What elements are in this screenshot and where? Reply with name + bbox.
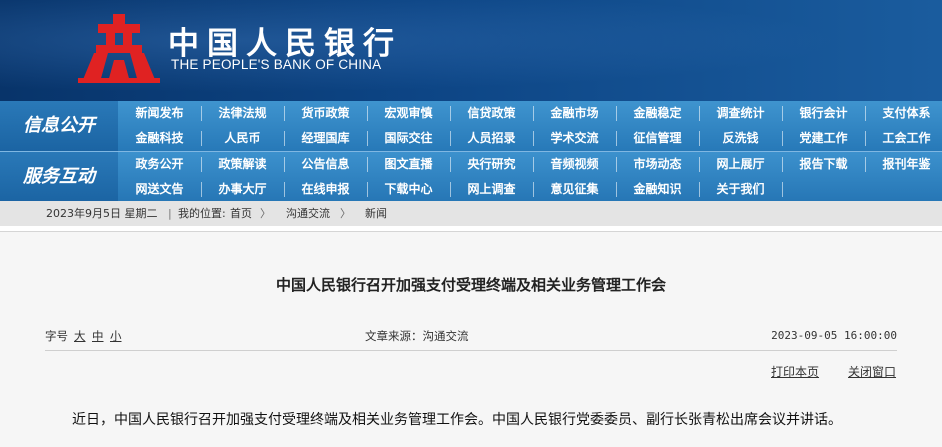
nav-link[interactable]: 报告下载 xyxy=(782,152,865,177)
breadcrumb-home-link[interactable]: 首页 xyxy=(230,201,252,226)
nav-link[interactable]: 网送文告 xyxy=(118,177,201,202)
nav-section-label: 信息公开 xyxy=(0,101,118,151)
article-content: 中国人民银行召开加强支付受理终端及相关业务管理工作会 字号 大 中 小 文章来源… xyxy=(0,232,942,447)
breadcrumb-separator: 〉 xyxy=(340,207,351,220)
nav-link[interactable]: 党建工作 xyxy=(782,126,865,151)
nav-link[interactable]: 政务公开 xyxy=(118,152,201,177)
nav-link[interactable]: 办事大厅 xyxy=(201,177,284,202)
nav-link[interactable]: 政策解读 xyxy=(201,152,284,177)
nav-link[interactable]: 人员招录 xyxy=(450,126,533,151)
nav-link[interactable]: 学术交流 xyxy=(533,126,616,151)
nav-link[interactable]: 工会工作 xyxy=(865,126,942,151)
nav-link[interactable]: 下载中心 xyxy=(367,177,450,202)
breadcrumb-communication-link[interactable]: 沟通交流 xyxy=(286,201,330,226)
nav-link[interactable]: 关于我们 xyxy=(699,177,782,202)
nav-link[interactable]: 公告信息 xyxy=(284,152,367,177)
pboc-emblem-icon xyxy=(78,14,160,83)
article-datetime: 2023-09-05 16:00:00 xyxy=(771,329,897,342)
article-meta: 字号 大 中 小 文章来源：沟通交流 2023-09-05 16:00:00 xyxy=(45,322,897,351)
font-size-medium-link[interactable]: 中 xyxy=(92,322,104,350)
nav-link[interactable]: 图文直播 xyxy=(367,152,450,177)
nav-link[interactable]: 反洗钱 xyxy=(699,126,782,151)
site-title-en: THE PEOPLE'S BANK OF CHINA xyxy=(171,57,382,72)
nav-link[interactable]: 货币政策 xyxy=(284,101,367,126)
nav-grid-service: 政务公开 政策解读 公告信息 图文直播 央行研究 音频视频 市场动态 网上展厅 报告下载 报刊年鉴… xyxy=(118,152,942,202)
article-source: 文章来源：沟通交流 xyxy=(365,329,469,343)
nav-link[interactable]: 征信管理 xyxy=(616,126,699,151)
breadcrumb: 2023年9月5日 星期二 | 我的位置: 首页 〉 沟通交流 〉 新闻 xyxy=(0,201,942,226)
nav-link[interactable]: 报刊年鉴 xyxy=(865,152,942,177)
nav-grid-info: 新闻发布 法律法规 货币政策 宏观审慎 信贷政策 金融市场 金融稳定 调查统计 银行会计 支付体系… xyxy=(118,101,942,151)
current-date: 2023年9月5日 星期二 xyxy=(46,207,158,220)
nav-link[interactable]: 在线申报 xyxy=(284,177,367,202)
breadcrumb-news-link[interactable]: 新闻 xyxy=(365,201,387,226)
nav-link[interactable]: 央行研究 xyxy=(450,152,533,177)
nav-link[interactable]: 金融市场 xyxy=(533,101,616,126)
nav-link[interactable]: 法律法规 xyxy=(201,101,284,126)
nav-link[interactable]: 网上调查 xyxy=(450,177,533,202)
print-page-link[interactable]: 打印本页 xyxy=(771,363,819,380)
breadcrumb-divider: | xyxy=(168,207,172,220)
nav-section-info: 信息公开 新闻发布 法律法规 货币政策 宏观审慎 信贷政策 金融市场 金融稳定 调查统计 银行会… xyxy=(0,101,942,151)
nav-link[interactable]: 银行会计 xyxy=(782,101,865,126)
nav-separator xyxy=(782,182,783,197)
font-size-small-link[interactable]: 小 xyxy=(110,322,122,350)
nav-section-label: 服务互动 xyxy=(0,152,118,202)
main-navigation: 信息公开 新闻发布 法律法规 货币政策 宏观审慎 信贷政策 金融市场 金融稳定 调查统计 银行会… xyxy=(0,101,942,202)
nav-link[interactable]: 金融知识 xyxy=(616,177,699,202)
nav-link[interactable]: 宏观审慎 xyxy=(367,101,450,126)
font-size-large-link[interactable]: 大 xyxy=(74,322,86,350)
nav-section-service: 服务互动 政务公开 政策解读 公告信息 图文直播 央行研究 音频视频 市场动态 网上展厅 报告下… xyxy=(0,151,942,202)
nav-link[interactable]: 网上展厅 xyxy=(699,152,782,177)
nav-link[interactable]: 国际交往 xyxy=(367,126,450,151)
location-label: 我的位置: xyxy=(178,207,226,220)
nav-link[interactable]: 新闻发布 xyxy=(118,101,201,126)
nav-link[interactable]: 信贷政策 xyxy=(450,101,533,126)
nav-link[interactable]: 经理国库 xyxy=(284,126,367,151)
article-paragraph: 近日，中国人民银行召开加强支付受理终端及相关业务管理工作会。中国人民银行党委委员… xyxy=(72,412,842,428)
nav-link[interactable]: 金融稳定 xyxy=(616,101,699,126)
nav-link[interactable]: 金融科技 xyxy=(118,126,201,151)
close-window-link[interactable]: 关闭窗口 xyxy=(848,363,896,380)
breadcrumb-separator: 〉 xyxy=(260,207,271,220)
font-size-label: 字号 xyxy=(45,329,68,343)
nav-link[interactable]: 支付体系 xyxy=(865,101,942,126)
nav-link[interactable]: 音频视频 xyxy=(533,152,616,177)
nav-link[interactable]: 调查统计 xyxy=(699,101,782,126)
nav-link[interactable]: 人民币 xyxy=(201,126,284,151)
nav-link[interactable]: 市场动态 xyxy=(616,152,699,177)
nav-link[interactable]: 意见征集 xyxy=(533,177,616,202)
site-header: 中国人民银行 THE PEOPLE'S BANK OF CHINA xyxy=(0,0,942,101)
article-title: 中国人民银行召开加强支付受理终端及相关业务管理工作会 xyxy=(275,276,666,294)
